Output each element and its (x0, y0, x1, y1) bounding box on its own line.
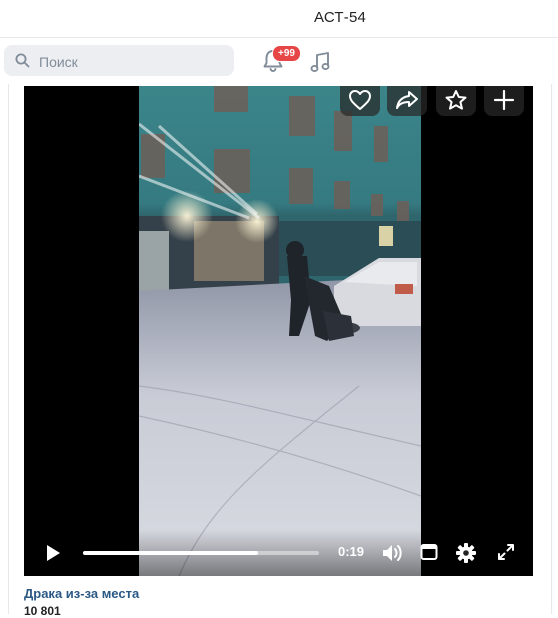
plus-icon (493, 89, 515, 111)
like-button[interactable] (340, 86, 380, 116)
notification-badge: +99 (272, 45, 301, 62)
search-input[interactable] (37, 45, 231, 78)
gear-icon[interactable] (455, 542, 477, 564)
view-count: 10 801 (24, 604, 61, 618)
music-note-icon[interactable] (308, 50, 332, 74)
window-title: АСТ-54 (314, 9, 367, 26)
share-arrow-icon (396, 91, 418, 109)
window-titlebar: АСТ-54 (0, 0, 558, 38)
search-box[interactable] (4, 45, 234, 78)
video-title-link[interactable]: Драка из-за места (24, 586, 139, 601)
picture-in-picture-icon[interactable] (420, 543, 438, 561)
top-toolbar: +99 (0, 38, 558, 84)
fullscreen-icon[interactable] (497, 543, 515, 561)
progress-bar[interactable] (83, 551, 319, 555)
play-icon[interactable] (44, 543, 62, 563)
add-button[interactable] (484, 86, 524, 116)
heart-icon (349, 90, 371, 110)
share-button[interactable] (387, 86, 427, 116)
volume-icon[interactable] (381, 542, 403, 564)
video-player[interactable]: 0:19 (24, 86, 533, 576)
star-icon (445, 90, 467, 110)
favorite-button[interactable] (436, 86, 476, 116)
search-icon (15, 53, 30, 68)
playback-time: 0:19 (338, 544, 365, 559)
video-frame (139, 86, 421, 576)
player-controls: 0:19 (24, 530, 533, 576)
progress-fill (83, 551, 258, 555)
